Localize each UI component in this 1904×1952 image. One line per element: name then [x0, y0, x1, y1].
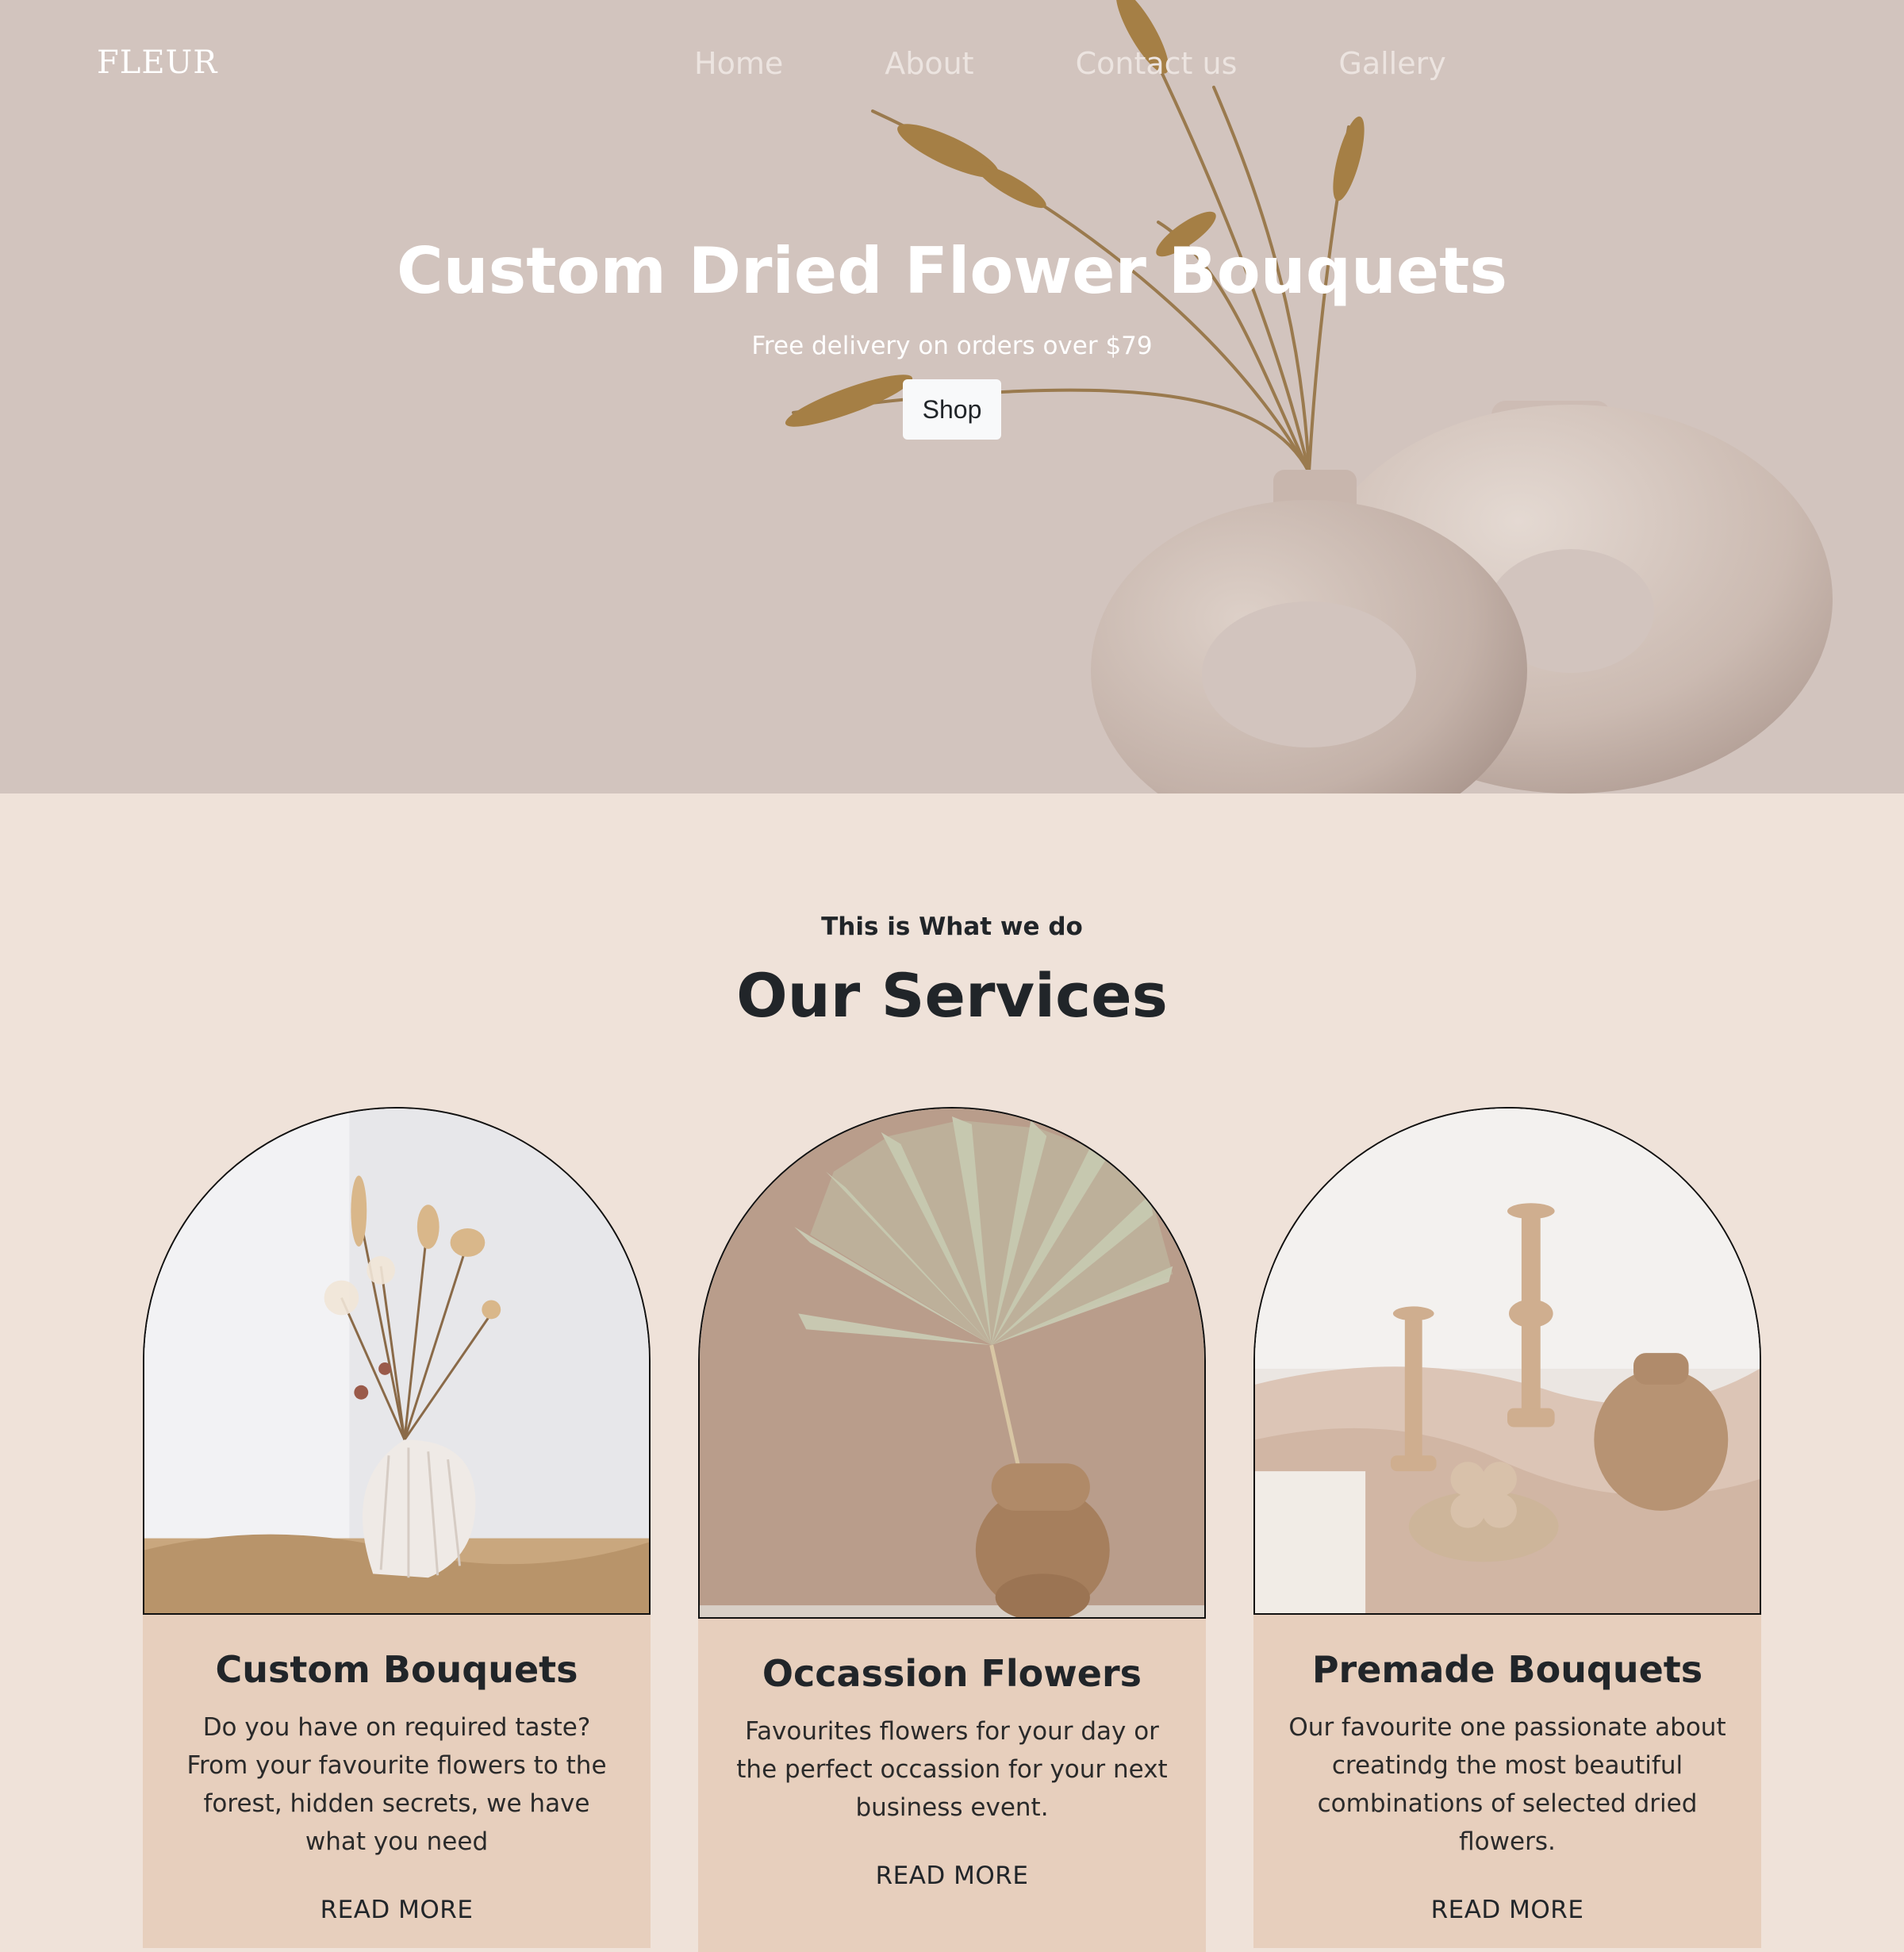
card-text: Our favourite one passionate about creat…: [1288, 1713, 1726, 1856]
hero-section: FLEUR Home About Contact us Gallery Cust…: [0, 0, 1904, 793]
read-more-link[interactable]: READ MORE: [1431, 1896, 1584, 1924]
service-card-occassion-flowers: Occassion Flowers Favourites flowers for…: [698, 1107, 1206, 1952]
service-card-custom-bouquets: Custom Bouquets Do you have on required …: [143, 1107, 651, 1948]
card-body: Custom Bouquets Do you have on required …: [143, 1615, 651, 1948]
brand-logo[interactable]: FLEUR: [97, 44, 217, 81]
nav-link-contact[interactable]: Contact us: [1076, 46, 1238, 81]
read-more-link[interactable]: READ MORE: [876, 1862, 1029, 1890]
card-text: Do you have on required taste? From your…: [186, 1713, 607, 1856]
hero-title: Custom Dried Flower Bouquets: [396, 234, 1508, 308]
hero-content: Custom Dried Flower Bouquets Free delive…: [0, 234, 1904, 440]
card-text: Favourites flowers for your day or the p…: [736, 1717, 1168, 1822]
top-navbar: FLEUR Home About Contact us Gallery: [0, 0, 1904, 135]
nav-link-home[interactable]: Home: [694, 46, 783, 81]
card-body: Premade Bouquets Our favourite one passi…: [1253, 1615, 1761, 1948]
nav-link-gallery[interactable]: Gallery: [1338, 46, 1445, 81]
card-image-candles: [1253, 1107, 1761, 1615]
nav-link-about[interactable]: About: [885, 46, 973, 81]
card-image-palm-vase: [698, 1107, 1206, 1619]
hero-subtitle: Free delivery on orders over $79: [751, 332, 1153, 360]
read-more-link[interactable]: READ MORE: [321, 1896, 474, 1924]
card-title: Occassion Flowers: [762, 1652, 1142, 1695]
card-body: Occassion Flowers Favourites flowers for…: [698, 1619, 1206, 1952]
service-card-premade-bouquets: Premade Bouquets Our favourite one passi…: [1253, 1107, 1761, 1948]
services-section: This is What we do Our Services Custom B…: [0, 793, 1904, 1952]
services-eyebrow: This is What we do: [821, 913, 1083, 941]
nav-links: Home About Contact us Gallery: [694, 46, 1548, 81]
card-title: Premade Bouquets: [1311, 1648, 1703, 1691]
services-title: Our Services: [736, 960, 1168, 1031]
card-title: Custom Bouquets: [215, 1648, 578, 1691]
shop-button[interactable]: Shop: [903, 379, 1001, 440]
card-image-shell-vase: [143, 1107, 651, 1615]
